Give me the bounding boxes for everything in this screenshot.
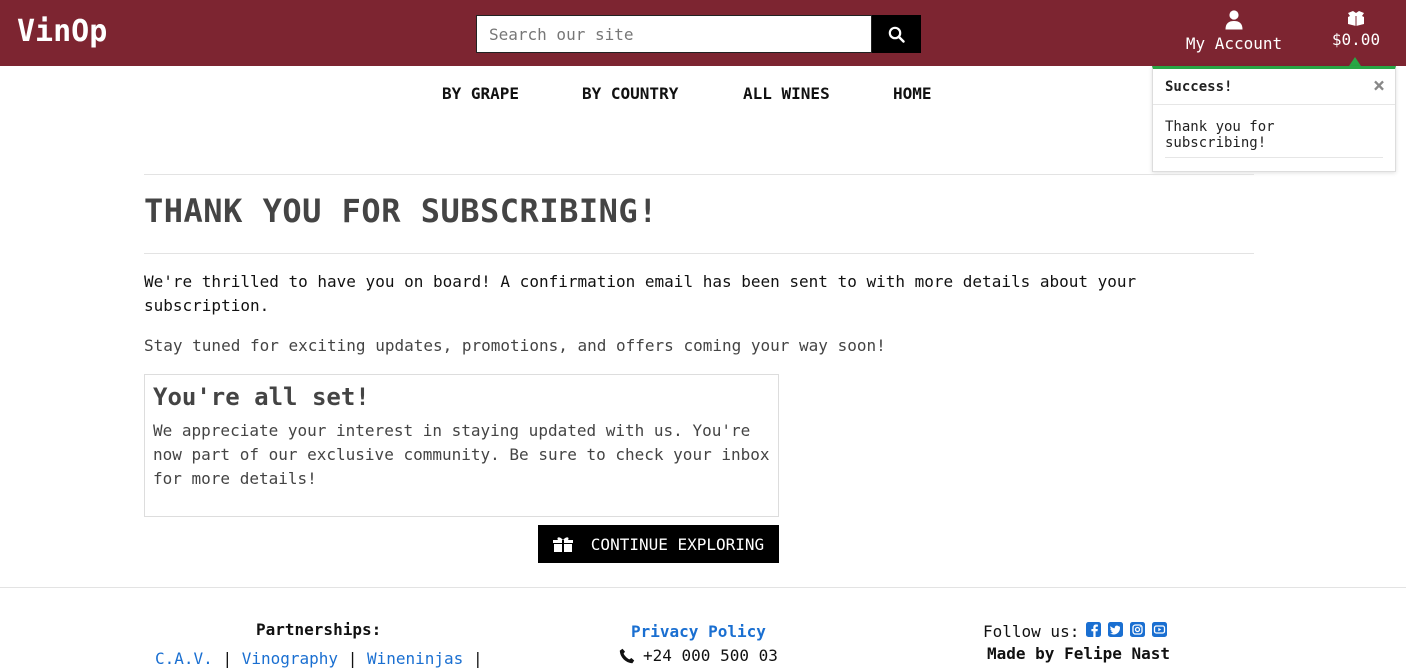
privacy-policy-link[interactable]: Privacy Policy [631, 622, 766, 641]
my-account-label: My Account [1185, 34, 1283, 53]
youtube-icon[interactable] [1152, 622, 1168, 641]
top-bar: VinOp My Account $0.00 [0, 0, 1406, 66]
continue-exploring-button[interactable]: CONTINUE EXPLORING [538, 525, 779, 563]
partner-link-vinography[interactable]: Vinography [242, 649, 338, 668]
partner-links: C.A.V. | Vinography | Wineninjas | [155, 649, 483, 668]
all-set-card: You're all set! We appreciate your inter… [144, 374, 779, 517]
nav-all-wines[interactable]: ALL WINES [743, 84, 830, 103]
card-text: We appreciate your interest in staying u… [153, 421, 770, 488]
search-input[interactable] [476, 15, 872, 53]
gift-icon [552, 537, 573, 552]
made-by: Made by Felipe Nast [987, 644, 1171, 663]
follow-label: Follow us: [983, 622, 1080, 641]
search-form [476, 15, 921, 53]
cart-link[interactable]: $0.00 [1326, 10, 1386, 49]
phone-icon [619, 648, 635, 663]
phone-contact: +24 000 500 03 [619, 646, 778, 665]
confirmation-text: We're thrilled to have you on board! A c… [144, 272, 1137, 315]
separator: | [347, 649, 358, 668]
toast-arrow [1349, 57, 1361, 66]
separator: | [472, 649, 483, 668]
box-icon [1348, 11, 1364, 26]
separator: | [222, 649, 233, 668]
nav-by-grape[interactable]: BY GRAPE [442, 84, 519, 103]
follow-us: Follow us: [983, 622, 1168, 641]
divider-bottom [144, 253, 1254, 254]
partner-link-cav[interactable]: C.A.V. [155, 649, 213, 668]
close-icon[interactable]: × [1373, 75, 1385, 95]
phone-number: +24 000 500 03 [643, 646, 778, 665]
user-icon [1225, 10, 1243, 30]
footer-divider [0, 587, 1406, 588]
search-button[interactable] [872, 15, 921, 53]
facebook-icon[interactable] [1086, 622, 1102, 641]
nav-by-country[interactable]: BY COUNTRY [582, 84, 678, 103]
success-toast: Success! × Thank you for subscribing! [1152, 66, 1396, 172]
updates-text: Stay tuned for exciting updates, promoti… [144, 336, 886, 355]
toast-header: Success! × [1153, 69, 1395, 105]
cart-total: $0.00 [1331, 30, 1381, 49]
partner-link-wineninjas[interactable]: Wineninjas [367, 649, 463, 668]
my-account-link[interactable]: My Account [1180, 10, 1288, 53]
search-icon [888, 26, 905, 43]
instagram-icon[interactable] [1130, 622, 1146, 641]
twitter-icon[interactable] [1108, 622, 1124, 641]
cta-label: CONTINUE EXPLORING [590, 534, 765, 554]
toast-message: Thank you for subscribing! [1165, 119, 1383, 158]
logo[interactable]: VinOp [17, 14, 107, 49]
partnerships-label: Partnerships: [256, 620, 382, 639]
divider-top [144, 174, 1254, 175]
card-title: You're all set! [153, 383, 370, 411]
toast-title: Success! [1165, 79, 1233, 95]
page-title: THANK YOU FOR SUBSCRIBING! [144, 192, 658, 230]
nav-home[interactable]: HOME [893, 84, 932, 103]
